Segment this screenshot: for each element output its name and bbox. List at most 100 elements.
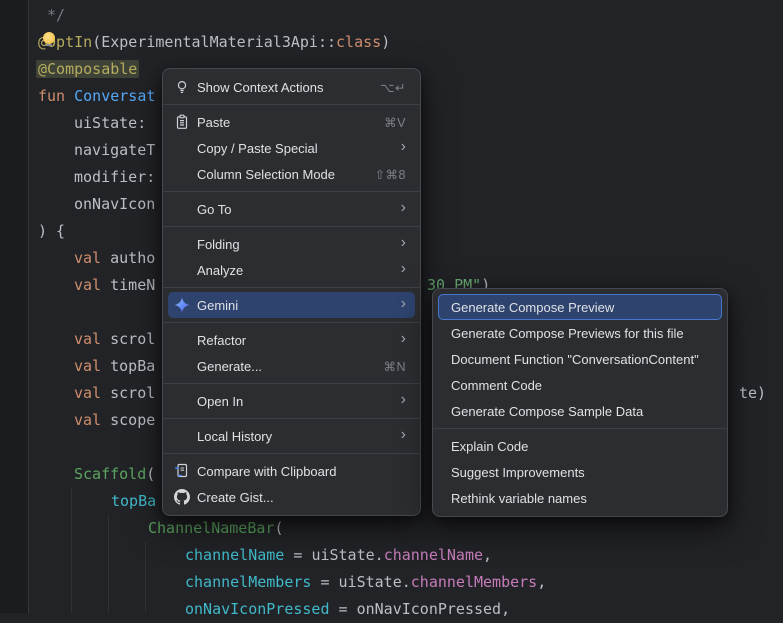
menu-item-copy-paste-special[interactable]: Copy / Paste Special›: [168, 135, 415, 161]
menu-item-comment-code[interactable]: Comment Code: [438, 372, 722, 398]
menu-item-label: Local History: [197, 429, 389, 444]
code-token: uiState: [339, 573, 402, 591]
code-token: val: [74, 276, 110, 294]
code-text: */: [47, 2, 65, 29]
code-token: ,: [501, 600, 510, 618]
menu-item-rethink-variable-names[interactable]: Rethink variable names: [438, 485, 722, 511]
menu-separator: [163, 383, 420, 384]
code-token: ,: [537, 573, 546, 591]
submenu-arrow-icon: ›: [401, 331, 406, 347]
code-text: channelMembers = uiState.channelMembers,: [185, 569, 546, 596]
code-token: scope: [110, 411, 155, 429]
code-line[interactable]: channelName = uiState.channelName,: [0, 542, 783, 569]
code-text: val timeN: [74, 272, 155, 299]
menu-item-label: Open In: [197, 394, 389, 409]
menu-item-label: Document Function "ConversationContent": [451, 352, 711, 367]
lightbulb-icon: [174, 79, 190, 95]
code-token: =: [330, 600, 357, 618]
code-token: (: [274, 519, 283, 537]
menu-item-paste[interactable]: Paste⌘V: [168, 109, 415, 135]
menu-item-label: Paste: [197, 115, 372, 130]
menu-item-open-in[interactable]: Open In›: [168, 388, 415, 414]
code-text: navigateT: [74, 137, 155, 164]
code-text: onNavIcon: [74, 191, 155, 218]
menu-item-show-context-actions[interactable]: Show Context Actions⌥↵: [168, 74, 415, 100]
menu-item-icon-slot: [174, 140, 190, 156]
code-token: val: [74, 384, 110, 402]
code-token: val: [74, 249, 110, 267]
code-token: =: [311, 573, 338, 591]
menu-item-label: Analyze: [197, 263, 389, 278]
code-text: @OptIn(ExperimentalMaterial3Api::class): [38, 29, 390, 56]
menu-item-analyze[interactable]: Analyze›: [168, 257, 415, 283]
menu-item-create-gist[interactable]: Create Gist...: [168, 484, 415, 510]
code-token: class: [336, 33, 381, 51]
menu-item-icon-slot: [174, 201, 190, 217]
menu-item-explain-code[interactable]: Explain Code: [438, 433, 722, 459]
code-line[interactable]: channelMembers = uiState.channelMembers,: [0, 569, 783, 596]
code-text: topBa: [111, 488, 156, 515]
github-icon: [174, 489, 190, 505]
code-line[interactable]: onNavIconPressed = onNavIconPressed,: [0, 596, 783, 623]
menu-item-icon-slot: [174, 393, 190, 409]
code-text: @Composable: [38, 56, 137, 83]
code-text: onNavIconPressed = onNavIconPressed,: [185, 596, 510, 623]
code-text: val autho: [74, 245, 155, 272]
code-token: (: [146, 465, 155, 483]
code-token: uiState: [311, 546, 374, 564]
intention-bulb-icon[interactable]: [43, 32, 56, 48]
menu-item-icon-slot: [174, 428, 190, 444]
menu-item-generate-compose-previews-for-this-file[interactable]: Generate Compose Previews for this file: [438, 320, 722, 346]
code-token: modifier:: [74, 168, 155, 186]
code-token: scrol: [110, 330, 155, 348]
menu-item-local-history[interactable]: Local History›: [168, 423, 415, 449]
code-token: uiState:: [74, 114, 146, 132]
menu-item-generate[interactable]: Generate...⌘N: [168, 353, 415, 379]
code-token: ,: [483, 546, 492, 564]
menu-item-go-to[interactable]: Go To ›: [168, 196, 415, 222]
code-token: onNavIconPressed: [357, 600, 502, 618]
menu-item-generate-compose-sample-data[interactable]: Generate Compose Sample Data: [438, 398, 722, 424]
code-token: @Composable: [36, 60, 139, 78]
menu-item-gemini[interactable]: Gemini›: [168, 292, 415, 318]
code-token: Conversat: [74, 87, 155, 105]
code-token: topBa: [110, 357, 155, 375]
menu-item-label: Rethink variable names: [451, 491, 711, 506]
code-line[interactable]: */: [0, 2, 783, 29]
ide-window: */@OptIn(ExperimentalMaterial3Api::class…: [0, 0, 783, 613]
menu-item-label: Compare with Clipboard: [197, 464, 406, 479]
menu-item-compare-with-clipboard[interactable]: Compare with Clipboard: [168, 458, 415, 484]
menu-separator: [163, 453, 420, 454]
menu-item-document-function-conversationcontent[interactable]: Document Function "ConversationContent": [438, 346, 722, 372]
code-text: te): [739, 380, 766, 407]
menu-item-label: Column Selection Mode: [197, 167, 363, 182]
code-token: val: [74, 330, 110, 348]
code-token: channelName: [384, 546, 483, 564]
menu-item-refactor[interactable]: Refactor›: [168, 327, 415, 353]
code-token: .: [375, 546, 384, 564]
menu-item-label: Suggest Improvements: [451, 465, 711, 480]
menu-item-label: Create Gist...: [197, 490, 406, 505]
menu-item-icon-slot: [174, 236, 190, 252]
menu-item-label: Generate Compose Preview: [451, 300, 711, 315]
menu-item-label: Go To: [197, 202, 389, 217]
code-line[interactable]: @OptIn(ExperimentalMaterial3Api::class): [0, 29, 783, 56]
code-text: channelName = uiState.channelName,: [185, 542, 492, 569]
code-text: val topBa: [74, 353, 155, 380]
menu-item-generate-compose-preview[interactable]: Generate Compose Preview: [438, 294, 722, 320]
code-line[interactable]: ChannelNameBar(: [0, 515, 783, 542]
menu-item-folding[interactable]: Folding›: [168, 231, 415, 257]
code-token: onNavIconPressed: [185, 600, 330, 618]
menu-item-label: Explain Code: [451, 439, 711, 454]
code-token: autho: [110, 249, 155, 267]
shortcut-hint: ⇧⌘8: [375, 167, 406, 182]
code-text: Scaffold(: [74, 461, 155, 488]
code-token: channelMembers: [411, 573, 537, 591]
code-token: navigateT: [74, 141, 155, 159]
code-token: channelMembers: [185, 573, 311, 591]
submenu-arrow-icon: ›: [401, 200, 406, 216]
menu-item-suggest-improvements[interactable]: Suggest Improvements: [438, 459, 722, 485]
code-token: Scaffold: [74, 465, 146, 483]
menu-separator: [163, 418, 420, 419]
menu-item-column-selection-mode[interactable]: Column Selection Mode ⇧⌘8: [168, 161, 415, 187]
